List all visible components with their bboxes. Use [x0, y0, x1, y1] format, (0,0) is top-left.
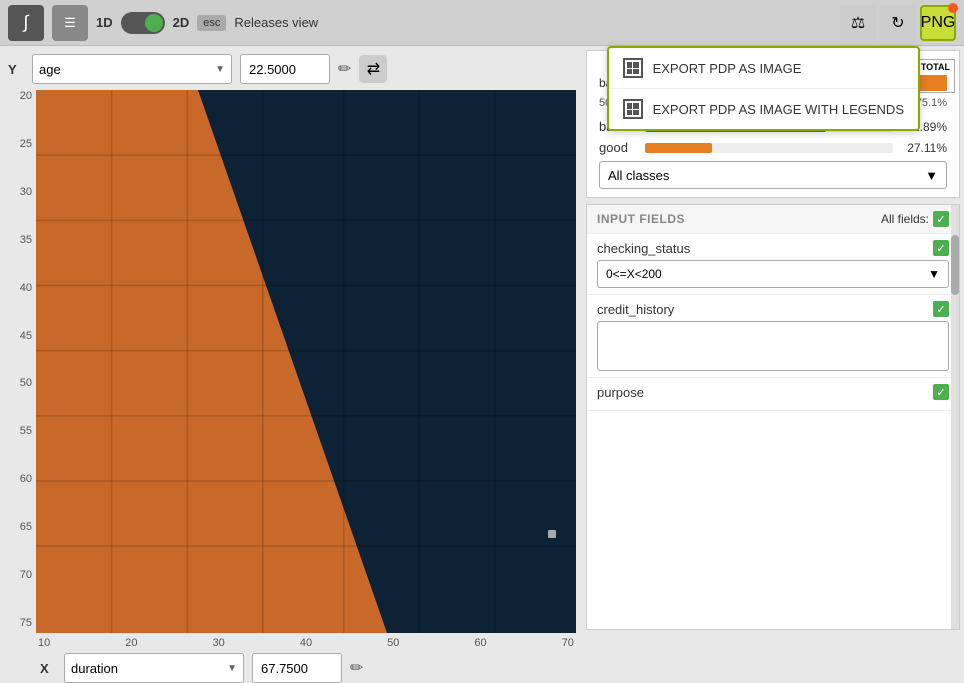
field-name-purpose: purpose [597, 385, 644, 400]
x-field-select[interactable]: duration ▼ [64, 653, 244, 683]
png-label: PNG [921, 14, 956, 32]
class-good-bar-fill [645, 143, 712, 153]
total-label: TOTAL [921, 62, 950, 73]
input-fields-header: INPUT FIELDS All fields: ✓ [587, 205, 959, 234]
export-image-legends-icon [623, 99, 643, 119]
field-textarea-credit-history[interactable] [597, 321, 949, 371]
input-fields-section: INPUT FIELDS All fields: ✓ checking_stat… [586, 204, 960, 630]
field-checkbox-purpose[interactable]: ✓ [933, 384, 949, 400]
class-good-bar-bg [645, 143, 893, 153]
chart-marker [548, 530, 556, 538]
export-dropdown: EXPORT PDP AS IMAGE EXPORT PDP AS IMAGE … [607, 46, 920, 131]
all-fields-checkbox[interactable]: ✓ [933, 211, 949, 227]
esc-badge[interactable]: esc [197, 15, 226, 31]
x-value-display: 67.7500 [252, 653, 342, 683]
y-tick-labels: 75 70 65 60 55 50 45 40 35 30 25 20 [8, 90, 36, 649]
toolbar-right: ⚖ ↻ PNG [840, 5, 956, 41]
y-axis-row: Y age ▼ 22.5000 ✏ ⇄ [8, 54, 576, 84]
menu-icon: ☰ [64, 15, 76, 31]
field-name-credit-history: credit_history [597, 302, 674, 317]
balance-button[interactable]: ⚖ [840, 5, 876, 41]
prob-pct-right: 75.1% [916, 97, 947, 109]
all-fields-label: All fields: [881, 212, 929, 226]
chart-inner: 10 20 30 40 50 60 70 [36, 90, 576, 649]
field-checkbox-checking-status[interactable]: ✓ [933, 240, 949, 256]
export-image-icon [623, 58, 643, 78]
y-field-chevron-icon: ▼ [215, 64, 225, 75]
field-select-checking-status[interactable]: 0<=X<200 ▼ [597, 260, 949, 288]
input-fields-title: INPUT FIELDS [597, 212, 685, 226]
y-axis-label: Y [8, 62, 24, 77]
field-name-checking-status: checking_status [597, 241, 690, 256]
chart-panel: Y age ▼ 22.5000 ✏ ⇄ 75 70 65 60 55 50 45 [0, 46, 584, 634]
field-header-checking-status: checking_status ✓ [597, 240, 949, 256]
x-field-value: duration [71, 661, 118, 676]
field-item-purpose: purpose ✓ [587, 378, 959, 411]
export-pdp-image-legends-item[interactable]: EXPORT PDP AS IMAGE WITH LEGENDS [609, 89, 918, 129]
all-fields-row: All fields: ✓ [881, 211, 949, 227]
releases-view-label: Releases view [234, 15, 318, 30]
y-value-display: 22.5000 [240, 54, 330, 84]
export-pdp-image-item[interactable]: EXPORT PDP AS IMAGE [609, 48, 918, 89]
all-classes-label: All classes [608, 168, 669, 183]
swap-axes-button[interactable]: ⇄ [359, 55, 387, 83]
toolbar: ∫ ☰ 1D 2D esc Releases view ⚖ ↻ PNG [0, 0, 964, 46]
dim-2d-label[interactable]: 2D [173, 15, 190, 30]
scrollbar-track[interactable] [951, 205, 959, 629]
y-field-value: age [39, 62, 61, 77]
x-field-chevron-icon: ▼ [227, 663, 237, 674]
x-axis-label: X [40, 661, 56, 676]
dimension-toggle[interactable] [121, 12, 165, 34]
right-panel: Probability TOTAL ⟺ bad 50.1% 75.1% bad [584, 46, 964, 634]
class-row-good: good 27.11% [599, 140, 947, 155]
field-item-credit-history: credit_history ✓ [587, 295, 959, 378]
export-pdp-image-label: EXPORT PDP AS IMAGE [653, 61, 802, 76]
main-content: Y age ▼ 22.5000 ✏ ⇄ 75 70 65 60 55 50 45 [0, 46, 964, 634]
field-select-value-checking-status: 0<=X<200 [606, 267, 662, 281]
png-export-button[interactable]: PNG [920, 5, 956, 41]
png-notification-badge [948, 3, 958, 13]
chart-container: 75 70 65 60 55 50 45 40 35 30 25 20 [8, 90, 576, 649]
y-edit-icon[interactable]: ✏ [338, 59, 351, 79]
export-pdp-image-legends-label: EXPORT PDP AS IMAGE WITH LEGENDS [653, 102, 904, 117]
balance-icon: ⚖ [851, 13, 865, 33]
heatmap-canvas [36, 90, 576, 633]
classes-dropdown-chevron-icon: ▼ [925, 168, 938, 183]
field-header-credit-history: credit_history ✓ [597, 301, 949, 317]
swap-icon: ⇄ [367, 59, 380, 79]
heatmap-svg [36, 90, 576, 633]
logo-icon: ∫ [8, 5, 44, 41]
refresh-button[interactable]: ↻ [880, 5, 916, 41]
field-item-checking-status: checking_status ✓ 0<=X<200 ▼ [587, 234, 959, 295]
field-checkbox-credit-history[interactable]: ✓ [933, 301, 949, 317]
dim-1d-label[interactable]: 1D [96, 15, 113, 30]
x-edit-icon[interactable]: ✏ [350, 658, 363, 678]
menu-button[interactable]: ☰ [52, 5, 88, 41]
x-tick-labels: 10 20 30 40 50 60 70 [36, 633, 576, 649]
field-select-chevron-icon: ▼ [928, 267, 940, 281]
toggle-knob [145, 14, 163, 32]
class-good-name: good [599, 140, 639, 155]
scrollbar-thumb[interactable] [951, 235, 959, 295]
class-good-pct: 27.11% [899, 141, 947, 155]
refresh-icon: ↻ [891, 13, 904, 33]
field-header-purpose: purpose ✓ [597, 384, 949, 400]
x-axis-row: X duration ▼ 67.7500 ✏ [8, 653, 576, 683]
all-classes-dropdown[interactable]: All classes ▼ [599, 161, 947, 189]
y-field-select[interactable]: age ▼ [32, 54, 232, 84]
